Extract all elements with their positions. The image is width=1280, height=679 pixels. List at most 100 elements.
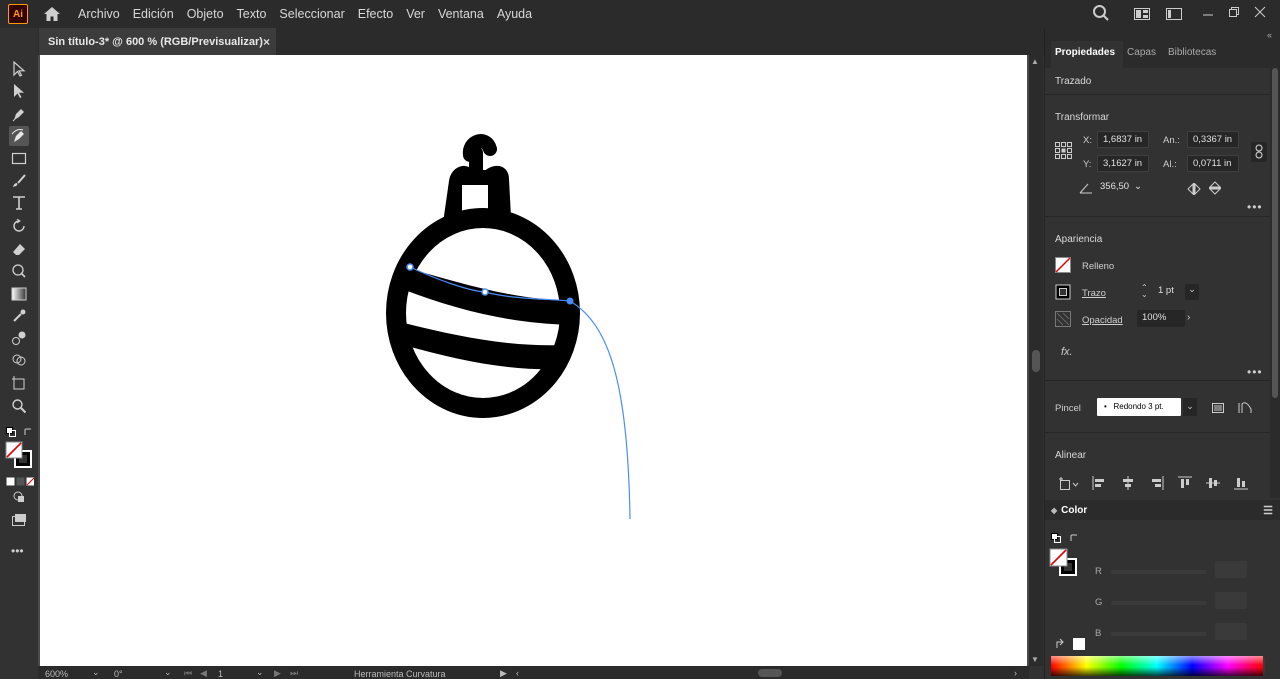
x-field[interactable]: 1,6837 in [1097,131,1149,148]
angle-dropdown-icon[interactable]: ⌄ [1134,179,1142,194]
out-of-gamut-icon[interactable] [1055,637,1067,649]
close-tab-icon[interactable]: × [263,35,270,49]
screen-mode-icon[interactable] [9,510,29,530]
menu-texto[interactable]: Texto [237,7,267,21]
close-window-icon[interactable] [1254,5,1268,23]
flip-vertical-icon[interactable] [1208,181,1222,195]
stroke-dropdown-icon[interactable]: ⌄ [1185,284,1199,300]
fx-icon[interactable]: fx. [1061,346,1073,358]
gradient-tool-icon[interactable] [9,284,29,304]
reference-point-icon[interactable] [1055,142,1073,160]
color-mode-icons[interactable] [6,474,35,486]
artboard[interactable] [40,55,1027,666]
height-field[interactable]: 0,0711 in [1187,155,1239,172]
menu-edicion[interactable]: Edición [133,7,174,21]
r-field[interactable] [1215,561,1247,578]
constrain-proportions-icon[interactable] [1251,142,1267,162]
draw-mode-icon[interactable] [9,487,29,507]
color-swap-icon[interactable] [1069,530,1079,541]
align-left-icon[interactable] [1092,476,1106,490]
type-tool-icon[interactable] [9,193,29,213]
default-fill-stroke-icon[interactable] [6,424,16,437]
r-slider[interactable] [1111,570,1207,574]
home-icon[interactable] [42,4,62,24]
flip-horizontal-icon[interactable] [1187,182,1201,196]
width-field[interactable]: 0,3367 in [1187,131,1239,148]
menu-ver[interactable]: Ver [406,7,425,21]
rotation-value[interactable]: 0° [114,669,123,679]
swap-fill-stroke-icon[interactable] [23,424,33,435]
align-center-v-icon[interactable] [1206,476,1220,490]
scroll-down-icon[interactable]: ▼ [1031,655,1039,664]
prev-artboard-icon[interactable]: ◀ [200,668,207,679]
web-safe-swatch[interactable] [1073,638,1085,650]
canvas-vertical-scrollbar[interactable]: ▲ ▼ [1029,55,1043,666]
align-center-h-icon[interactable] [1121,476,1135,490]
eyedropper-tool-icon[interactable] [9,306,29,326]
menu-ventana[interactable]: Ventana [438,7,484,21]
scroll-up-icon[interactable]: ▲ [1031,57,1039,66]
b-field[interactable] [1215,623,1247,640]
menu-archivo[interactable]: Archivo [78,7,120,21]
fill-swatch[interactable] [1055,257,1071,273]
zoom-level[interactable]: 600% [45,669,68,679]
b-slider[interactable] [1111,632,1207,636]
appearance-more-options[interactable]: ••• [1247,365,1263,379]
search-icon[interactable] [1092,4,1112,24]
horizontal-scroll-thumb[interactable] [758,669,782,677]
menu-efecto[interactable]: Efecto [358,7,393,21]
restore-icon[interactable] [1228,5,1242,23]
color-default-icon[interactable] [1051,530,1061,543]
color-panel-toggle-icon[interactable]: ◆ [1051,506,1057,515]
puppet-warp-tool-icon[interactable] [9,261,29,281]
artboard-number[interactable]: 1 [218,669,223,679]
arrange-documents-icon[interactable] [1134,7,1152,21]
more-tools-icon[interactable]: ••• [11,544,24,558]
fill-stroke-swatches[interactable] [5,441,33,469]
g-slider[interactable] [1111,601,1207,605]
last-artboard-icon[interactable]: ⏭ [290,668,298,679]
rotate-tool-icon[interactable] [9,216,29,236]
opacity-arrow-icon[interactable]: › [1187,312,1190,323]
document-tab[interactable]: Sin título-3* @ 600 % (RGB/Previsualizar… [39,28,276,55]
tab-capas[interactable]: Capas [1123,41,1164,68]
panel-scrollbar[interactable] [1270,68,1280,498]
menu-objeto[interactable]: Objeto [187,7,224,21]
paintbrush-tool-icon[interactable] [9,171,29,191]
angle-field[interactable]: 356,50 ⌄ [1095,179,1142,196]
pen-tool-icon[interactable] [9,104,29,124]
stroke-stepper-icon[interactable]: ⌃ ⌄ [1141,284,1148,299]
artwork[interactable] [40,55,1027,666]
rotation-dropdown-icon[interactable]: ⌄ [164,667,172,678]
tab-propiedades[interactable]: Propiedades [1051,41,1124,68]
align-right-icon[interactable] [1150,476,1164,490]
selection-tool-icon[interactable] [9,59,29,79]
rectangle-tool-icon[interactable] [9,149,29,169]
align-bottom-icon[interactable] [1234,476,1248,490]
blend-tool-icon[interactable] [9,328,29,348]
stroke-weight-field[interactable]: 1 pt [1153,283,1183,300]
stroke-swatch[interactable] [1055,284,1071,300]
next-artboard-icon[interactable]: ▶ [274,668,281,679]
g-field[interactable] [1215,592,1247,609]
opacity-label[interactable]: Opacidad [1082,315,1123,326]
canvas-area[interactable] [38,55,1029,666]
shape-builder-tool-icon[interactable] [9,350,29,370]
direct-selection-tool-icon[interactable] [9,81,29,101]
color-fill-stroke-swatches[interactable] [1049,548,1079,578]
align-to-icon[interactable] [1059,477,1081,491]
status-menu-icon[interactable]: ▶ [500,668,507,679]
zoom-dropdown-icon[interactable]: ⌄ [92,667,100,678]
transform-more-options[interactable]: ••• [1247,200,1263,214]
tab-bibliotecas[interactable]: Bibliotecas [1164,41,1224,68]
artboard-tool-icon[interactable] [9,373,29,393]
zoom-tool-icon[interactable] [9,396,29,416]
color-panel-menu-icon[interactable]: ☰ [1263,504,1273,517]
menu-seleccionar[interactable]: Seleccionar [279,7,344,21]
align-top-icon[interactable] [1178,476,1192,490]
brush-library-icon[interactable] [1211,401,1225,413]
scroll-thumb[interactable] [1032,350,1040,372]
brush-options-icon[interactable] [1237,400,1253,414]
opacity-field[interactable]: 100% [1137,310,1185,327]
color-spectrum[interactable] [1051,656,1263,676]
